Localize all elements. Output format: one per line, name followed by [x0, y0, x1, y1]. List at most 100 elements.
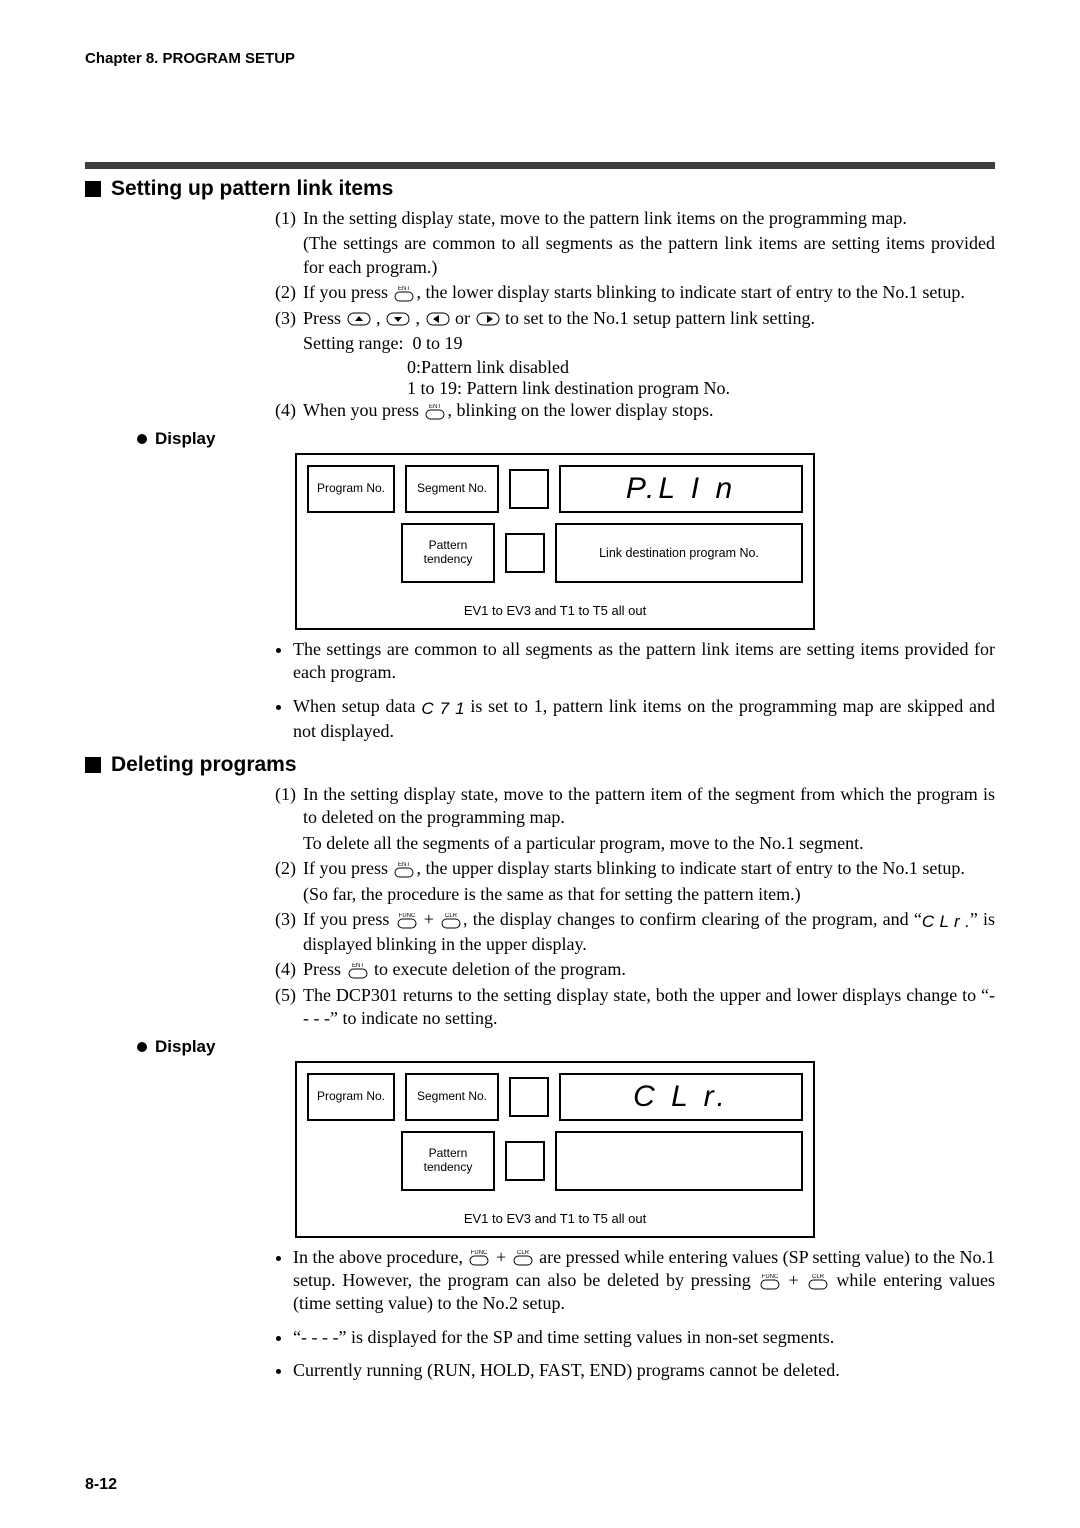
step-subtext: To delete all the segments of a particul…: [303, 832, 995, 855]
step-text: +: [419, 909, 440, 929]
seg7-inline: C L r .: [922, 912, 970, 931]
fig-lower-display: [555, 1131, 803, 1191]
fig-upper-display: C L r.: [559, 1073, 803, 1121]
fig-text: Pattern: [403, 539, 493, 553]
clr-key-icon: [440, 913, 462, 929]
seg7-text: C L r.: [633, 1080, 729, 1114]
section-rule: [85, 162, 995, 169]
section-title-text: Setting up pattern link items: [111, 177, 393, 201]
bullet-item: The settings are common to all segments …: [293, 638, 995, 685]
up-key-icon: [347, 312, 371, 326]
display-figure-2: Program No. Segment No. C L r. Patternte…: [295, 1061, 815, 1238]
step-text: When you press: [303, 400, 423, 420]
right-key-icon: [476, 312, 500, 326]
fig-bottom-text: EV1 to EV3 and T1 to T5 all out: [307, 603, 803, 618]
range-line: 1 to 19: Pattern link destination progra…: [275, 378, 995, 399]
fig-text: tendency: [403, 1161, 493, 1175]
fig-text: Pattern: [403, 1147, 493, 1161]
fig-text: Link destination program No.: [599, 546, 759, 560]
step-num: (1): [275, 783, 303, 855]
step-text: , blinking on the lower display stops.: [447, 400, 713, 420]
step-text: If you press: [303, 282, 392, 302]
section-title-text: Deleting programs: [111, 753, 297, 777]
step-text: Press: [303, 959, 346, 979]
step-text: If you press: [303, 909, 395, 929]
fig-box: [509, 469, 549, 509]
seg7-inline: C 7 1: [421, 699, 464, 718]
step-text: , the upper display starts blinking to i…: [416, 858, 964, 878]
fig-text: tendency: [403, 553, 493, 567]
section-title-deleting: Deleting programs: [85, 753, 995, 777]
fig-program-no: Program No.: [307, 465, 395, 513]
step-text: In the setting display state, move to th…: [303, 784, 995, 827]
bullet-dot-icon: [137, 1042, 147, 1052]
step-subtext: (So far, the procedure is the same as th…: [303, 883, 995, 906]
display-subheading: Display: [137, 429, 215, 449]
step-text: , the lower display starts blinking to i…: [416, 282, 964, 302]
step-text: to set to the No.1 setup pattern link se…: [501, 308, 815, 328]
range-line: 0:Pattern link disabled: [275, 357, 995, 378]
fig-segment-no: Segment No.: [405, 465, 499, 513]
step-text: or: [451, 308, 475, 328]
step-text: , the display changes to confirm clearin…: [463, 909, 922, 929]
ent-key-icon: [424, 404, 446, 420]
display-figure-1: Program No. Segment No. P.L I n Patternt…: [295, 453, 815, 630]
fig-program-no: Program No.: [307, 1073, 395, 1121]
step-text: ,: [411, 308, 425, 328]
chapter-header: Chapter 8. PROGRAM SETUP: [85, 50, 995, 67]
bullet-dot-icon: [137, 434, 147, 444]
section-title-pattern-link: Setting up pattern link items: [85, 177, 995, 201]
square-bullet-icon: [85, 181, 101, 197]
display-subheading: Display: [137, 1037, 215, 1057]
clr-key-icon: [512, 1250, 534, 1266]
seg7-text: P.L I n: [626, 472, 736, 506]
bullet-text: +: [491, 1247, 510, 1267]
step-num: (4): [275, 399, 303, 422]
step-text: If you press: [303, 858, 392, 878]
fig-lower-display: Link destination program No.: [555, 523, 803, 583]
page-number: 8-12: [85, 1476, 117, 1494]
step-text: ,: [372, 308, 386, 328]
fig-segment-no: Segment No.: [405, 1073, 499, 1121]
ent-key-icon: [393, 286, 415, 302]
step-num: (3): [275, 307, 303, 356]
step-num: (2): [275, 857, 303, 906]
bullet-item: Currently running (RUN, HOLD, FAST, END)…: [293, 1359, 995, 1382]
bullet-item: When setup data C 7 1 is set to 1, patte…: [293, 695, 995, 743]
square-bullet-icon: [85, 757, 101, 773]
fig-box: [505, 1141, 545, 1181]
ent-key-icon: [393, 862, 415, 878]
step-text: to execute deletion of the program.: [370, 959, 626, 979]
fig-box: [505, 533, 545, 573]
step-subtext: (The settings are common to all segments…: [303, 232, 995, 279]
fig-bottom-text: EV1 to EV3 and T1 to T5 all out: [307, 1211, 803, 1226]
bullet-text: When setup data: [293, 696, 421, 716]
left-key-icon: [426, 312, 450, 326]
step-text: Press: [303, 308, 346, 328]
func-key-icon: [396, 913, 418, 929]
display-label: Display: [155, 1037, 215, 1057]
step-num: (3): [275, 908, 303, 956]
clr-key-icon: [807, 1274, 829, 1290]
fig-pattern-tendency: Patterntendency: [401, 523, 495, 583]
step-num: (1): [275, 207, 303, 279]
down-key-icon: [386, 312, 410, 326]
step-num: (4): [275, 958, 303, 981]
bullet-text: In the above procedure,: [293, 1247, 467, 1267]
step-text: In the setting display state, move to th…: [303, 208, 907, 228]
func-key-icon: [468, 1250, 490, 1266]
setting-range-label: Setting range:: [303, 333, 403, 353]
bullet-item: In the above procedure, + are pressed wh…: [293, 1246, 995, 1316]
setting-range-value: 0 to 19: [412, 333, 462, 353]
fig-upper-display: P.L I n: [559, 465, 803, 513]
step-text: The DCP301 returns to the setting displa…: [303, 984, 995, 1031]
display-label: Display: [155, 429, 215, 449]
step-num: (5): [275, 984, 303, 1031]
fig-pattern-tendency: Patterntendency: [401, 1131, 495, 1191]
bullet-text: +: [782, 1270, 806, 1290]
fig-box: [509, 1077, 549, 1117]
bullet-item: “- - - -” is displayed for the SP and ti…: [293, 1326, 995, 1349]
step-num: (2): [275, 281, 303, 304]
func-key-icon: [759, 1274, 781, 1290]
ent-key-icon: [347, 963, 369, 979]
